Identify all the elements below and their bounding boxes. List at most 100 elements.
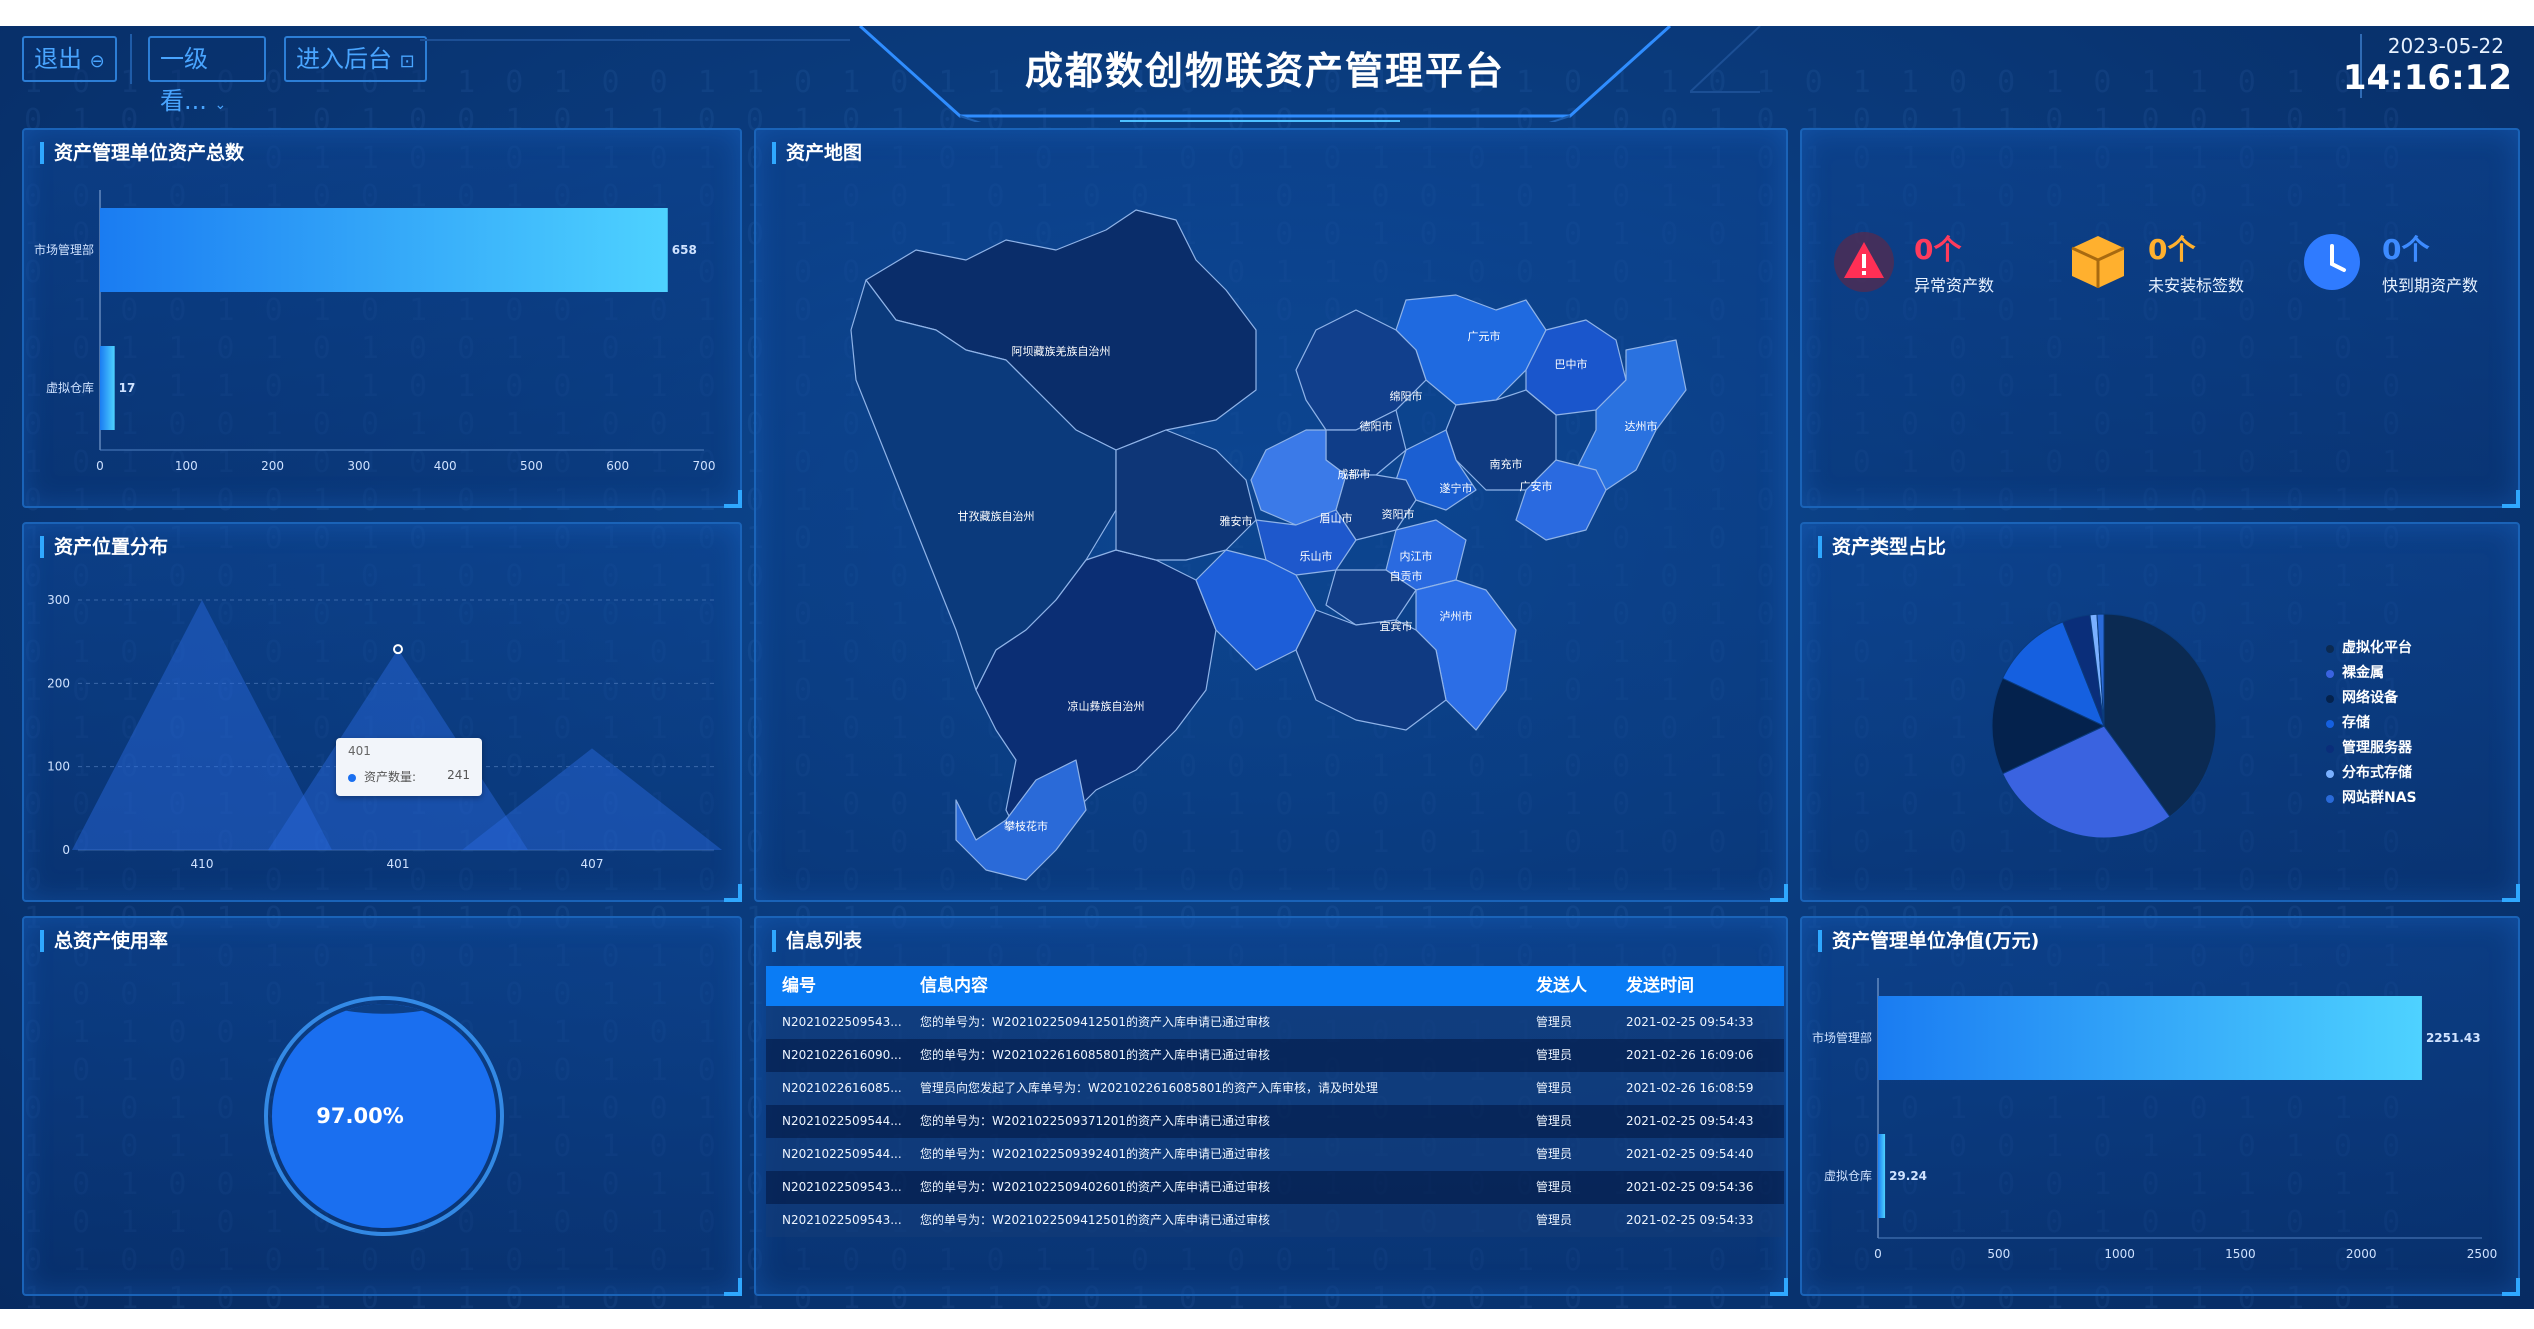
dashboard-screen: 1 0 1 1 0 0 1 0 1 1 0 1 0 0 1 1 0 1 0 1 …: [0, 26, 2534, 1309]
row-time: 2021-02-26 16:08:59: [1626, 1081, 1754, 1095]
map-region-label: 南充市: [1490, 457, 1523, 471]
map-region-label: 广安市: [1520, 479, 1553, 493]
table-row[interactable]: N2021022509544... 您的单号为：W202102250939240…: [766, 1138, 1784, 1171]
clock-icon: [2304, 234, 2360, 290]
table-row[interactable]: N2021022509543... 您的单号为：W202102250941250…: [766, 1204, 1784, 1237]
legend-dot: [2326, 745, 2334, 753]
legend-dot: [2326, 770, 2334, 778]
map-region-label: 达州市: [1625, 419, 1658, 433]
map-region-label: 内江市: [1400, 549, 1433, 563]
location-panel: 资产位置分布 0 100 200 300 410 401 407 401 资产数量: 241: [22, 522, 742, 902]
table-row[interactable]: N2021022509543... 您的单号为：W202102250941250…: [766, 1006, 1784, 1039]
x-tick-label: 300: [347, 459, 370, 473]
stat-value: 0个: [2148, 233, 2196, 266]
legend-item[interactable]: 裸金属: [2324, 661, 2417, 686]
area-peak[interactable]: [462, 748, 722, 850]
x-tick-label: 700: [693, 459, 716, 473]
table-row[interactable]: N2021022616090... 您的单号为：W202102261608580…: [766, 1039, 1784, 1072]
bar-value-label: 17: [119, 381, 136, 395]
status-panel: 0个 异常资产数 0个 未安装标签数 0个 快到期资产数: [1800, 128, 2520, 508]
legend-label: 网站群NAS: [2342, 790, 2417, 806]
bar[interactable]: [100, 346, 115, 430]
legend-item[interactable]: 网络设备: [2324, 686, 2417, 711]
map-region-yaan: [1115, 429, 1257, 561]
x-tick-label: 410: [191, 857, 214, 871]
bar-value-label: 658: [672, 243, 697, 257]
map-panel: 资产地图 阿坝藏族羌族自治州 甘孜藏族自治州 凉山彝族自治州 攀枝花市 广元市 …: [754, 128, 1788, 902]
map-region-label: 攀枝花市: [1004, 819, 1048, 833]
column-header-content: 信息内容: [920, 976, 988, 996]
y-tick-label: 虚拟仓库: [1824, 1168, 1872, 1183]
row-id: N2021022616085...: [782, 1081, 902, 1095]
column-header-sender: 发送人: [1536, 976, 1587, 996]
x-tick-label: 0: [1874, 1247, 1882, 1261]
column-header-time: 发送时间: [1626, 976, 1694, 996]
legend-item[interactable]: 管理服务器: [2324, 736, 2417, 761]
untagged-assets-stat[interactable]: 0个 未安装标签数: [2066, 230, 2266, 320]
row-id: N2021022509543...: [782, 1213, 902, 1227]
table-row[interactable]: N2021022616085... 管理员向您发起了入库单号为：W2021022…: [766, 1072, 1784, 1105]
x-tick-label: 1000: [2104, 1247, 2135, 1261]
map-region-label: 自贡市: [1390, 569, 1423, 583]
row-time: 2021-02-25 09:54:43: [1626, 1114, 1754, 1128]
y-tick-label: 市场管理部: [1812, 1030, 1872, 1045]
legend-label: 管理服务器: [2342, 740, 2412, 756]
row-time: 2021-02-26 16:09:06: [1626, 1048, 1754, 1062]
map-region-label: 广元市: [1468, 329, 1501, 343]
table-row[interactable]: N2021022509543... 您的单号为：W202102250940260…: [766, 1171, 1784, 1204]
abnormal-assets-stat[interactable]: 0个 异常资产数: [1832, 230, 2032, 320]
x-tick-label: 200: [261, 459, 284, 473]
legend-item[interactable]: 网站群NAS: [2324, 786, 2417, 811]
legend-item[interactable]: 虚拟化平台: [2324, 636, 2417, 661]
highlight-point: [393, 644, 403, 655]
row-time: 2021-02-25 09:54:33: [1626, 1213, 1754, 1227]
bar[interactable]: [1878, 996, 2422, 1080]
tooltip-dot: [348, 774, 356, 782]
x-tick-label: 2000: [2346, 1247, 2377, 1261]
x-tick-label: 1500: [2225, 1247, 2256, 1261]
x-tick-label: 0: [96, 459, 104, 473]
row-id: N2021022509543...: [782, 1180, 902, 1194]
row-sender: 管理员: [1536, 1147, 1573, 1161]
legend-item[interactable]: 分布式存储: [2324, 761, 2417, 786]
y-tick-label: 市场管理部: [34, 242, 94, 257]
map-region-label: 资阳市: [1382, 507, 1415, 521]
row-content: 您的单号为：W2021022509371201的资产入库申请已通过审核: [920, 1114, 1271, 1128]
x-tick-label: 407: [581, 857, 604, 871]
row-id: N2021022509543...: [782, 1015, 902, 1029]
map-region-label: 甘孜藏族自治州: [958, 509, 1035, 523]
page-title: 成都数创物联资产管理平台: [1024, 49, 1505, 93]
map-region-label: 遂宁市: [1440, 481, 1473, 495]
table-row[interactable]: N2021022509544... 您的单号为：W202102250937120…: [766, 1105, 1784, 1138]
row-sender: 管理员: [1536, 1180, 1573, 1194]
stat-label: 快到期资产数: [2382, 276, 2479, 295]
map-region-label: 泸州市: [1440, 609, 1473, 623]
current-time: 14:16:12: [2342, 58, 2512, 98]
x-tick-label: 500: [1987, 1247, 2010, 1261]
row-time: 2021-02-25 09:54:33: [1626, 1015, 1754, 1029]
x-tick-label: 400: [434, 459, 457, 473]
bar[interactable]: [100, 208, 668, 292]
expiring-assets-stat[interactable]: 0个 快到期资产数: [2300, 230, 2500, 320]
net-value-chart: 0 500 1000 1500 2000 2500 市场管理部 2251.43 虚拟仓库 29.2…: [1812, 978, 2498, 1261]
row-id: N2021022509544...: [782, 1147, 902, 1161]
row-content: 管理员向您发起了入库单号为：W2021022616085801的资产入库审核，请…: [920, 1081, 1379, 1095]
row-id: N2021022616090...: [782, 1048, 902, 1062]
messages-panel: 信息列表 编号 信息内容 发送人 发送时间 N2021022509543... …: [754, 916, 1788, 1296]
box-icon: [2071, 236, 2125, 288]
tooltip-series: 资产数量:: [364, 770, 417, 784]
row-sender: 管理员: [1536, 1213, 1573, 1227]
map-region-label: 乐山市: [1300, 549, 1333, 563]
legend-label: 分布式存储: [2342, 765, 2412, 781]
unit-total-chart: 0 100 200 300 400 500 600 700 市场管理部 658 虚拟仓库 17: [34, 190, 716, 473]
map-region-label: 雅安市: [1220, 514, 1253, 528]
current-date: 2023-05-22: [2387, 34, 2504, 58]
row-sender: 管理员: [1536, 1048, 1573, 1062]
x-tick-label: 2500: [2467, 1247, 2498, 1261]
table-body: N2021022509543... 您的单号为：W202102250941250…: [766, 1006, 1784, 1237]
row-content: 您的单号为：W2021022509412501的资产入库申请已通过审核: [920, 1213, 1271, 1227]
legend-dot: [2326, 720, 2334, 728]
y-tick-label: 200: [47, 676, 70, 690]
legend-item[interactable]: 存储: [2324, 711, 2417, 736]
bar[interactable]: [1878, 1134, 1886, 1218]
